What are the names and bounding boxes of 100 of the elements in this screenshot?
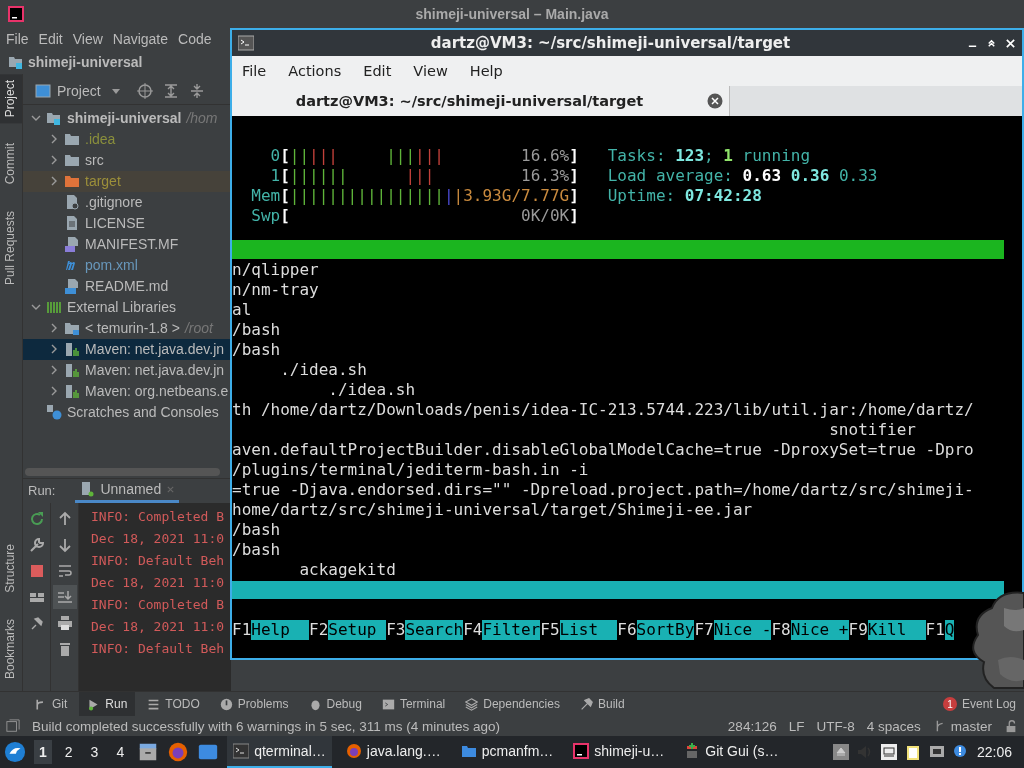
taskbar-task[interactable]: qterminal…	[227, 736, 332, 768]
tree-row[interactable]: MANIFEST.MF	[23, 233, 231, 255]
process-row[interactable]: ackagekitd	[232, 560, 1022, 580]
workspace-button[interactable]: 3	[85, 740, 104, 764]
line-separator[interactable]: LF	[788, 718, 805, 734]
process-row[interactable]: /bash	[232, 520, 1022, 540]
workspace-button[interactable]: 1	[34, 740, 52, 764]
panel-toggle-icon[interactable]	[6, 719, 20, 733]
indent-setting[interactable]: 4 spaces	[866, 718, 921, 734]
restore-icon[interactable]	[986, 37, 997, 49]
monitor-icon[interactable]	[880, 744, 897, 760]
chevron-icon[interactable]	[49, 155, 59, 166]
menu-item[interactable]: Navigate	[112, 30, 169, 47]
tree-row[interactable]: External Libraries	[23, 296, 231, 318]
process-row[interactable]: n/qlipper	[232, 260, 1022, 280]
menu-item[interactable]: Code	[178, 30, 212, 47]
network-icon[interactable]	[928, 744, 945, 760]
alert-icon[interactable]	[952, 744, 969, 760]
process-row[interactable]: ./idea.sh	[232, 380, 1022, 400]
process-row[interactable]: al	[232, 300, 1022, 320]
tool-window-tab[interactable]: Terminal	[373, 692, 454, 716]
terminal-tab[interactable]: dartz@VM3: ~/src/shimeji-universal/target	[232, 86, 730, 116]
tree-row[interactable]: < temurin-1.8 > /root	[23, 317, 231, 339]
lock-icon[interactable]	[1004, 719, 1018, 733]
scrollbar[interactable]	[25, 467, 220, 476]
collapse-all-icon[interactable]	[188, 82, 205, 99]
locate-icon[interactable]	[136, 82, 153, 99]
menu-item[interactable]: View	[72, 30, 103, 47]
menu-item[interactable]: View	[413, 63, 448, 79]
menu-item[interactable]: Edit	[38, 30, 63, 47]
menu-item[interactable]: Edit	[363, 63, 392, 79]
side-tab[interactable]: Structure	[0, 538, 22, 599]
start-menu-icon[interactable]	[4, 741, 26, 763]
taskbar-task[interactable]: shimeji-u…	[567, 736, 671, 768]
clipboard-icon[interactable]	[904, 744, 921, 760]
menu-item[interactable]: Actions	[288, 63, 342, 79]
stop-icon[interactable]	[28, 562, 45, 579]
close-icon[interactable]	[1005, 37, 1016, 49]
expand-all-icon[interactable]	[162, 82, 179, 99]
process-row[interactable]: /bash	[232, 540, 1022, 560]
side-tab[interactable]: Pull Requests	[0, 204, 22, 291]
process-row[interactable]: ./idea.sh	[232, 360, 1022, 380]
process-row[interactable]: /plugins/terminal/jediterm-bash.in -i	[232, 460, 1022, 480]
tree-row[interactable]: README.md	[23, 275, 231, 297]
menu-item[interactable]: File	[6, 30, 29, 47]
file-encoding[interactable]: UTF-8	[816, 718, 855, 734]
process-row[interactable]: th /home/dartz/Downloads/penis/idea-IC-213.5744.223/lib/util.jar:/home/dartz/	[232, 400, 1022, 420]
git-branch[interactable]: master	[950, 718, 992, 734]
tool-window-tab[interactable]: Dependencies	[457, 692, 568, 716]
close-icon[interactable]	[707, 93, 723, 109]
tool-window-tab[interactable]: Run	[79, 692, 136, 716]
browser-icon[interactable]	[167, 741, 190, 763]
eject-icon[interactable]	[832, 744, 849, 760]
process-row[interactable]: =true -Djava.endorsed.dirs="" -Dpreload.project.path=/home/dartz/src/shimeji-	[232, 480, 1022, 500]
scroll-to-end-icon[interactable]	[52, 584, 77, 609]
taskbar-task[interactable]: java.lang.…	[339, 736, 447, 768]
process-row[interactable]: aven.defaultProjectBuilder.disableGlobalModelCache=true -DproxySet=true -Dpro	[232, 440, 1022, 460]
process-row[interactable]: home/dartz/src/shimeji-universal/target/Shimeji-ee.jar	[232, 500, 1022, 520]
chevron-icon[interactable]	[49, 365, 59, 376]
tree-row[interactable]: Maven: net.java.dev.jn	[23, 359, 231, 381]
chevron-icon[interactable]	[49, 386, 59, 397]
workspace-button[interactable]: 2	[59, 740, 78, 764]
chevron-icon[interactable]	[49, 176, 59, 187]
side-tab[interactable]: Bookmarks	[0, 613, 22, 685]
tree-row[interactable]: src	[23, 149, 231, 171]
printer-icon[interactable]	[56, 614, 73, 631]
wrap-icon[interactable]	[56, 562, 73, 579]
taskbar-task[interactable]: Git Gui (s…	[678, 736, 785, 768]
event-log-button[interactable]: 1 Event Log	[934, 692, 1024, 716]
breadcrumb[interactable]: shimeji-universal	[28, 53, 143, 70]
process-row[interactable]: snotifier	[232, 420, 1022, 440]
tree-row[interactable]: .gitignore	[23, 191, 231, 213]
tool-window-tab[interactable]: Problems	[211, 692, 297, 716]
tool-window-tab[interactable]: Debug	[300, 692, 370, 716]
tree-row[interactable]: Scratches and Consoles	[23, 401, 231, 423]
rerun-icon[interactable]	[28, 510, 45, 527]
workspace-button[interactable]: 4	[111, 740, 130, 764]
chevron-icon[interactable]	[49, 323, 59, 334]
tool-window-tab[interactable]: Build	[571, 692, 633, 716]
taskbar-task[interactable]: pcmanfm…	[454, 736, 560, 768]
tool-window-tab[interactable]: TODO	[139, 692, 208, 716]
process-row[interactable]: /bash	[232, 320, 1022, 340]
down-arrow-icon[interactable]	[56, 536, 73, 553]
tree-row[interactable]: Maven: org.netbeans.e	[23, 380, 231, 402]
function-key[interactable]: F1Q	[925, 620, 955, 640]
tree-row[interactable]: shimeji-universal /hom	[23, 107, 231, 129]
menu-item[interactable]: File	[242, 63, 267, 79]
tree-row[interactable]: Maven: net.java.dev.jn	[23, 338, 231, 360]
tree-row[interactable]: LICENSE	[23, 212, 231, 234]
process-row[interactable]: n/nm-tray	[232, 280, 1022, 300]
chevron-icon[interactable]	[49, 134, 59, 145]
wrench-icon[interactable]	[28, 536, 45, 553]
view-selector[interactable]: Project	[57, 82, 101, 99]
process-row[interactable]: /bash	[232, 340, 1022, 360]
side-tab[interactable]: Project	[0, 73, 22, 124]
caret-position[interactable]: 284:126	[727, 718, 777, 734]
chevron-icon[interactable]	[49, 344, 59, 355]
side-tab[interactable]: Commit	[0, 137, 22, 191]
menu-item[interactable]: Help	[469, 63, 503, 79]
tool-window-tab[interactable]: Git	[26, 692, 76, 716]
